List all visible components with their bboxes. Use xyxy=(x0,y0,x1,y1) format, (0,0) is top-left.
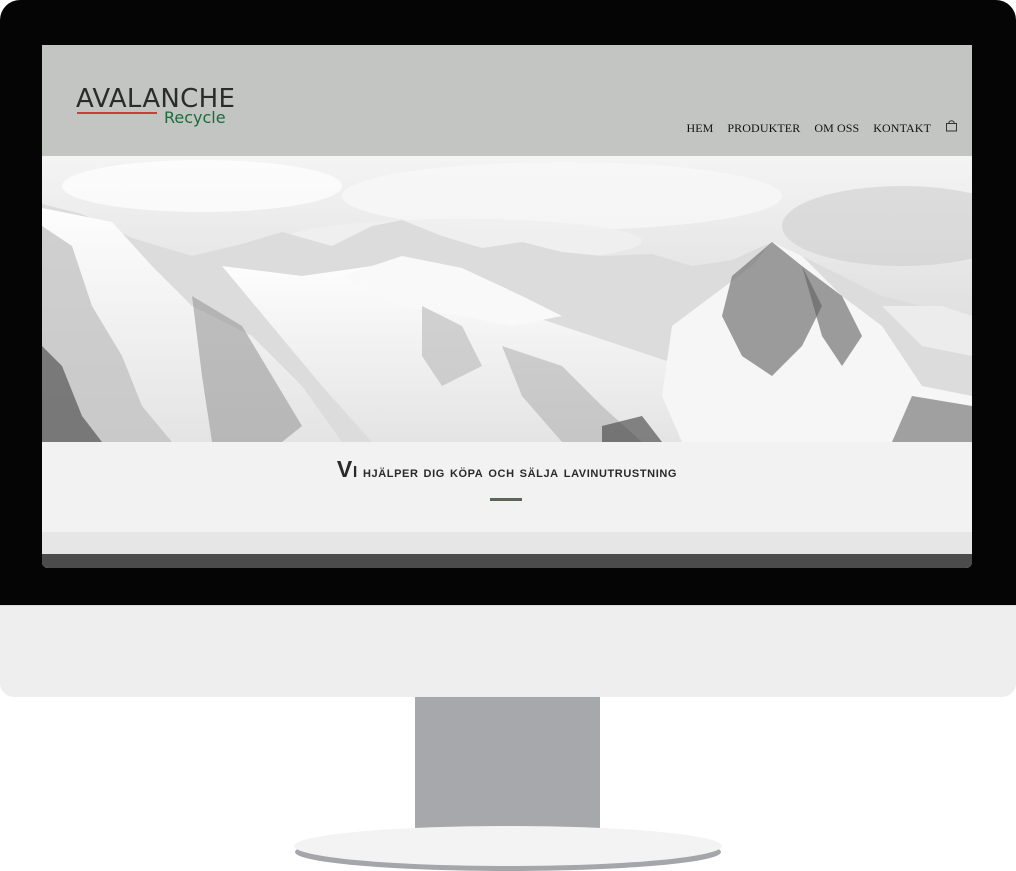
headline-section: Vi hjälper dig köpa och sälja lavinutrus… xyxy=(42,442,972,532)
monitor-chin xyxy=(0,605,1016,697)
headline-first-word: Vi xyxy=(336,456,358,482)
shopping-bag-icon[interactable] xyxy=(945,119,958,132)
monitor-stand-base xyxy=(294,826,722,866)
hero-mountain-image xyxy=(42,156,972,442)
mountain-illustration xyxy=(42,156,972,442)
site-logo[interactable]: AVALANCHE Recycle xyxy=(76,85,236,135)
hero-headline: Vi hjälper dig köpa och sälja lavinutrus… xyxy=(42,456,972,483)
nav-item-hem[interactable]: HEM xyxy=(686,121,713,136)
nav-item-kontakt[interactable]: KONTAKT xyxy=(873,121,931,136)
site-header: AVALANCHE Recycle HEM PRODUKTER OM OSS K… xyxy=(42,45,972,156)
content-strip xyxy=(42,532,972,554)
website-screen: AVALANCHE Recycle HEM PRODUKTER OM OSS K… xyxy=(42,45,972,568)
headline-rest: hjälper dig köpa och sälja lavinutrustni… xyxy=(357,464,678,481)
logo-subtitle: Recycle xyxy=(164,108,226,127)
nav-item-produkter[interactable]: PRODUKTER xyxy=(727,121,800,136)
monitor-stand-neck xyxy=(415,697,600,835)
nav-item-om-oss[interactable]: OM OSS xyxy=(814,121,859,136)
logo-red-underline xyxy=(77,112,157,114)
main-nav: HEM PRODUKTER OM OSS KONTAKT xyxy=(686,119,958,136)
headline-accent-line xyxy=(490,498,522,501)
screen-bottom-bar xyxy=(42,554,972,568)
